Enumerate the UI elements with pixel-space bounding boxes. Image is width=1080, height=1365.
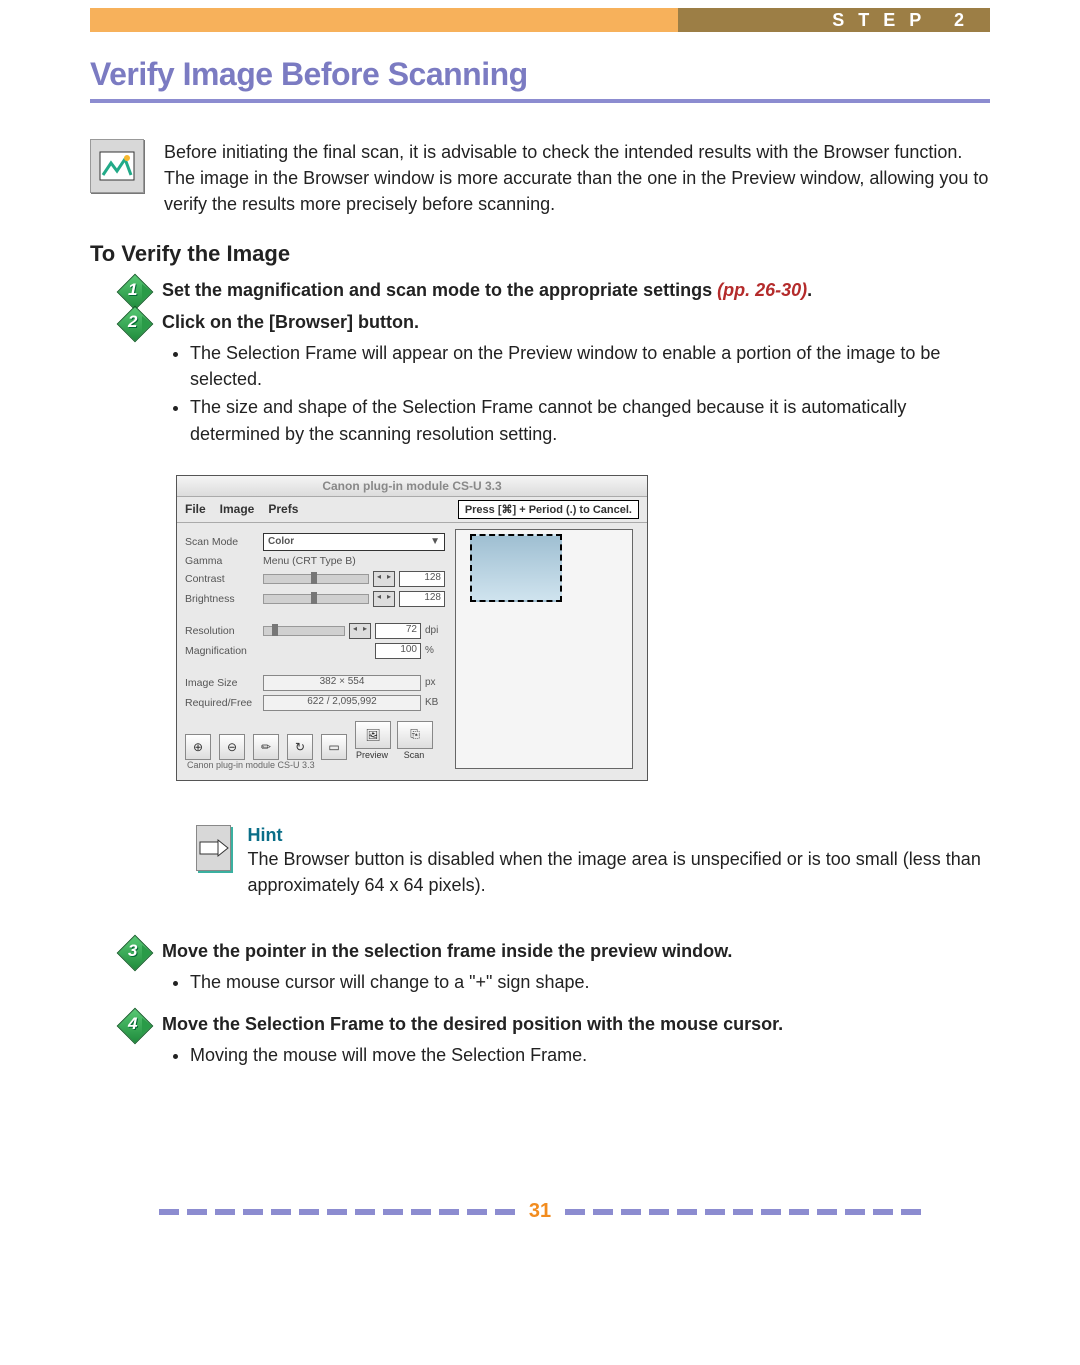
zoom-out-icon[interactable]: ⊖ [219,734,245,760]
preview-panel[interactable] [455,529,633,769]
menu-prefs[interactable]: Prefs [268,502,298,516]
intro-icon [90,139,144,193]
step-2-bullet: The size and shape of the Selection Fram… [190,394,990,446]
label-brightness: Brightness [185,593,263,605]
step-4-bullet: Moving the mouse will move the Selection… [190,1042,990,1068]
page-number: 31 [529,1200,551,1223]
resolution-unit: dpi [425,625,445,636]
preview-label: Preview [355,750,389,760]
required-free-unit: KB [425,697,445,708]
step-label: STEP 2 [678,8,990,32]
brightness-slider[interactable] [263,594,369,604]
contrast-slider[interactable] [263,574,369,584]
step-2-heading: Click on the [Browser] button. [162,309,990,336]
hint-icon [196,825,231,871]
stripe-accent [90,8,678,32]
page-ref-link[interactable]: (pp. 26-30) [717,280,807,300]
label-resolution: Resolution [185,625,263,637]
image-size-unit: px [425,677,445,688]
section-title: To Verify the Image [90,241,990,267]
selection-frame[interactable] [470,534,562,602]
label-contrast: Contrast [185,573,263,585]
step-badge-4: 4 [122,1011,150,1039]
rotate-tool-icon[interactable]: ↻ [287,734,313,760]
image-size-value: 382 × 554 [263,675,421,691]
step-badge-2: 2 [122,309,150,337]
page-title: Verify Image Before Scanning [90,56,990,93]
scan-button[interactable]: ⎘ [397,721,433,749]
hint-title: Hint [247,825,990,846]
resolution-slider[interactable] [263,626,345,636]
browser-tool-icon[interactable]: ▭ [321,734,347,760]
menu-file[interactable]: File [185,502,206,516]
required-free-value: 622 / 2,095,992 [263,695,421,711]
step-1-heading: Set the magnification and scan mode to t… [162,277,990,304]
intro-text: Before initiating the final scan, it is … [164,139,990,217]
magnification-value: 100 [375,643,421,659]
cancel-hint: Press [⌘] + Period (.) to Cancel. [458,500,639,519]
step-badge-1: 1 [122,277,150,305]
zoom-in-icon[interactable]: ⊕ [185,734,211,760]
step-3-bullet: The mouse cursor will change to a "+" si… [190,969,990,995]
crop-tool-icon[interactable]: ✏ [253,734,279,760]
label-gamma: Gamma [185,555,263,567]
header-stripe: STEP 2 [90,8,990,32]
step-badge-3: 3 [122,938,150,966]
brightness-stepper[interactable]: ◂▸ [373,591,395,607]
brightness-value: 128 [399,591,445,607]
step-3-heading: Move the pointer in the selection frame … [162,938,990,965]
label-required-free: Required/Free [185,697,263,709]
scanner-dialog: Canon plug-in module CS-U 3.3 File Image… [176,475,648,781]
menu-image[interactable]: Image [220,502,255,516]
resolution-stepper[interactable]: ◂▸ [349,623,371,639]
scan-label: Scan [397,750,431,760]
gamma-value: Menu (CRT Type B) [263,555,445,567]
dialog-footer: Canon plug-in module CS-U 3.3 [185,760,445,772]
preview-button[interactable]: 🖼 [355,721,391,749]
page-footer: 31 [90,1200,990,1223]
title-rule [90,99,990,103]
chevron-down-icon: ▼ [430,536,440,547]
step-4-heading: Move the Selection Frame to the desired … [162,1011,990,1038]
scan-mode-dropdown[interactable]: Color▼ [263,533,445,551]
contrast-value: 128 [399,571,445,587]
hint-body: The Browser button is disabled when the … [247,846,990,898]
resolution-value: 72 [375,623,421,639]
step-2-bullet: The Selection Frame will appear on the P… [190,340,990,392]
magnification-unit: % [425,645,445,656]
dialog-title: Canon plug-in module CS-U 3.3 [177,476,647,497]
contrast-stepper[interactable]: ◂▸ [373,571,395,587]
label-scan-mode: Scan Mode [185,536,263,548]
label-image-size: Image Size [185,677,263,689]
label-magnification: Magnification [185,645,263,657]
